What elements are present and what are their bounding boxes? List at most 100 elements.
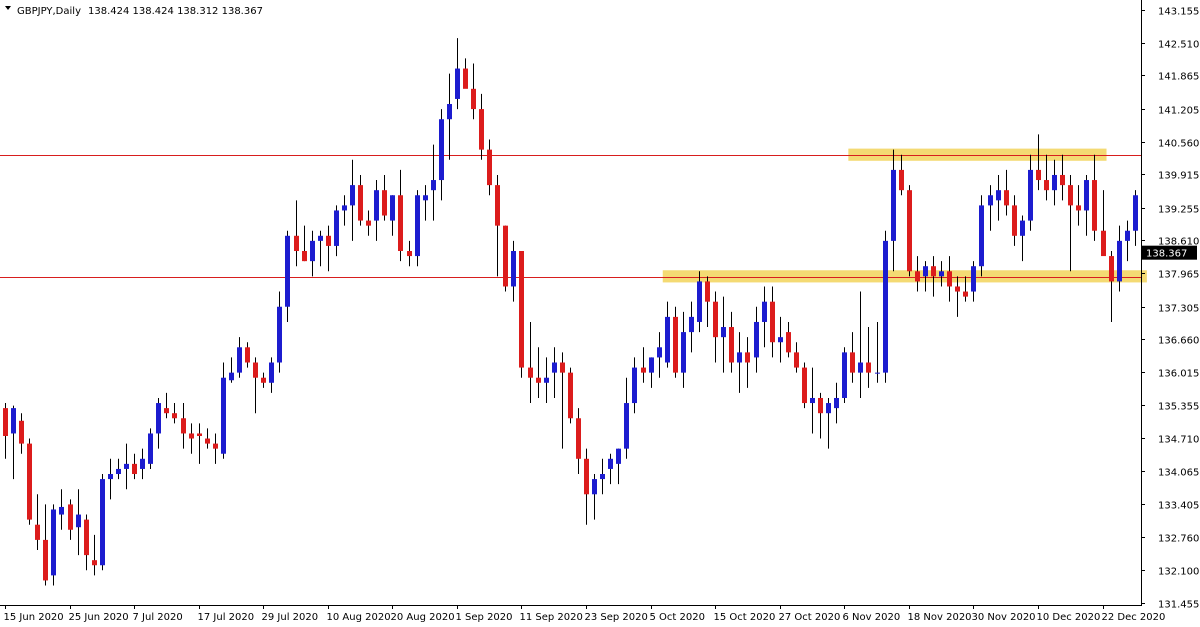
candle-body — [261, 377, 266, 383]
candle-body — [35, 524, 40, 540]
candle — [802, 362, 807, 409]
candle — [842, 347, 847, 404]
y-tick-label: 132.100 — [1158, 567, 1199, 578]
candle-body — [891, 169, 896, 241]
candle — [415, 190, 420, 267]
candle-body — [19, 420, 24, 444]
y-tick-label: 133.405 — [1158, 501, 1199, 512]
candle-body — [697, 281, 702, 322]
y-tick-label: 132.760 — [1158, 534, 1199, 545]
x-tick-label: 17 Jul 2020 — [198, 612, 255, 623]
candle — [27, 438, 32, 525]
candle-body — [205, 438, 210, 444]
y-tick-label: 135.355 — [1158, 402, 1199, 413]
candle-body — [1084, 180, 1089, 211]
candle-body — [939, 271, 944, 277]
candle — [979, 195, 984, 277]
candle-body — [366, 220, 371, 226]
candle-body — [568, 372, 573, 419]
candle-body — [3, 408, 8, 436]
y-tick-label: 141.865 — [1158, 72, 1199, 83]
candle-body — [511, 251, 516, 287]
x-tick-label: 15 Oct 2020 — [714, 612, 776, 623]
candle-body — [1109, 256, 1114, 282]
candle-body — [762, 301, 767, 322]
candle-body — [302, 251, 307, 262]
candle-body — [713, 301, 718, 338]
candle-body — [858, 362, 863, 373]
candle-body — [1060, 174, 1065, 186]
candle-body — [407, 251, 412, 257]
candle — [673, 306, 678, 378]
y-tick-label: 131.455 — [1158, 600, 1199, 611]
candle-body — [560, 362, 565, 373]
y-tick-label: 134.065 — [1158, 468, 1199, 479]
candle-body — [1117, 240, 1122, 282]
candle — [51, 504, 56, 586]
x-tick-label: 1 Sep 2020 — [456, 612, 513, 623]
candle — [568, 367, 573, 424]
candle-body — [350, 185, 355, 206]
candle-body — [754, 321, 759, 358]
candle — [907, 185, 912, 277]
candle-body — [988, 195, 993, 206]
last-price-label: 138.367 — [1146, 249, 1187, 260]
candle-body — [552, 362, 557, 373]
candle-body — [1020, 220, 1025, 236]
candle-body — [245, 347, 250, 363]
x-tick-label: 7 Jul 2020 — [133, 612, 183, 623]
candle-body — [536, 377, 541, 383]
candle-body — [834, 397, 839, 409]
x-tick-label: 20 Aug 2020 — [391, 612, 455, 623]
candle-body — [544, 377, 549, 383]
candle-body — [826, 403, 831, 414]
candle-body — [229, 372, 234, 381]
candle-body — [600, 474, 605, 480]
candle-body — [931, 266, 936, 277]
candle-body — [415, 195, 420, 257]
candle-body — [705, 281, 710, 302]
candle — [148, 428, 153, 469]
candle-body — [649, 357, 654, 373]
candle-body — [866, 362, 871, 373]
candle-body — [1044, 180, 1049, 191]
y-tick-label: 139.255 — [1158, 205, 1199, 216]
y-tick-label: 134.710 — [1158, 435, 1199, 446]
candle-body — [979, 205, 984, 267]
symbol-timeframe: GBPJPY,Daily — [17, 6, 81, 17]
y-tick-label: 136.660 — [1158, 336, 1199, 347]
y-tick-label: 137.305 — [1158, 304, 1199, 315]
candle-body — [495, 185, 500, 226]
candle-body — [850, 352, 855, 373]
candle-body — [971, 266, 976, 292]
candle-body — [1125, 230, 1130, 241]
candle-body — [164, 408, 169, 414]
candle-body — [277, 306, 282, 363]
candle-body — [592, 479, 597, 495]
y-tick-label: 141.205 — [1158, 106, 1199, 117]
candle — [503, 225, 508, 292]
x-tick-label: 23 Sep 2020 — [585, 612, 648, 623]
candle-body — [1092, 180, 1097, 231]
candle-body — [487, 149, 492, 186]
candle — [883, 230, 888, 383]
candle-body — [253, 362, 258, 378]
candle-body — [76, 514, 81, 528]
x-tick-label: 22 Dec 2020 — [1102, 612, 1166, 623]
x-tick-label: 30 Nov 2020 — [972, 612, 1036, 623]
candle — [100, 474, 105, 571]
candle-body — [1076, 205, 1081, 211]
candle-body — [334, 210, 339, 246]
candle-body — [875, 372, 880, 374]
candle-body — [1052, 174, 1057, 191]
candle-body — [1068, 185, 1073, 206]
candle-body — [584, 458, 589, 495]
candle-body — [148, 433, 153, 464]
candle-body — [197, 433, 202, 436]
candle-body — [132, 463, 137, 475]
candlestick-chart: 143.155 142.510 141.865 141.205 140.560 139.9… — [0, 0, 1200, 627]
candle-body — [1101, 230, 1106, 257]
candle-body — [818, 397, 823, 414]
candle-body — [786, 332, 791, 353]
candle — [519, 251, 524, 378]
